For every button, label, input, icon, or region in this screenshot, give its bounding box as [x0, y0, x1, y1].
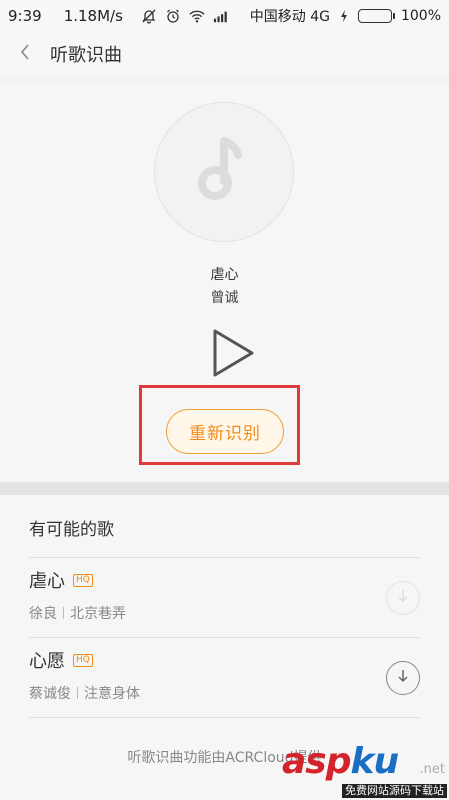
- play-icon: [210, 329, 256, 382]
- signal-icon: [213, 8, 229, 24]
- download-button[interactable]: [386, 581, 420, 615]
- play-button[interactable]: [210, 328, 256, 378]
- watermark-logo: aspku .net 免费网站源码下载站: [282, 741, 447, 798]
- song-name: 虐心: [29, 571, 65, 592]
- song-name: 心愿: [29, 651, 65, 672]
- song-artist: 蔡诚俊: [29, 686, 71, 702]
- album-art-placeholder: [154, 102, 294, 242]
- hq-badge: HQ: [73, 573, 93, 587]
- battery-icon: [357, 9, 395, 23]
- list-item[interactable]: 虐心 HQ 徐良 北京巷弄: [0, 557, 449, 637]
- song-artist: 徐良: [29, 606, 57, 622]
- charging-icon: [336, 8, 352, 24]
- hq-badge: HQ: [73, 653, 93, 667]
- song-album: 注意身体: [84, 686, 140, 702]
- page-title: 听歌识曲: [50, 45, 122, 66]
- section-divider: [0, 482, 449, 495]
- status-bar: 9:39 1.18M/s 中国移动 4G 100%: [0, 0, 449, 32]
- app-header: 听歌识曲: [0, 32, 449, 76]
- recognized-song-artist: 曾诚: [210, 290, 239, 306]
- recognition-panel: 虐心 曾诚 重新识别: [0, 84, 449, 482]
- clock: 9:39: [8, 7, 42, 25]
- download-button[interactable]: [386, 661, 420, 695]
- mute-bell-icon: [141, 8, 157, 24]
- wifi-icon: [189, 8, 205, 24]
- alarm-icon: [165, 8, 181, 24]
- recognized-song-title: 虐心: [210, 267, 239, 283]
- network-speed: 1.18M/s: [63, 7, 123, 25]
- list-item[interactable]: 心愿 HQ 蔡诚俊 注意身体: [0, 637, 449, 717]
- download-arrow-icon: [396, 588, 410, 608]
- song-album: 北京巷弄: [70, 606, 126, 622]
- battery-percent: 100%: [400, 8, 441, 24]
- list-divider: [29, 717, 420, 718]
- download-arrow-icon: [396, 668, 410, 688]
- back-button[interactable]: [0, 32, 50, 76]
- results-header: 有可能的歌: [29, 520, 114, 540]
- retry-recognition-button[interactable]: 重新识别: [166, 409, 284, 454]
- chevron-left-icon: [19, 43, 31, 65]
- music-note-icon: [194, 137, 254, 207]
- carrier-label: 中国移动 4G: [249, 9, 330, 25]
